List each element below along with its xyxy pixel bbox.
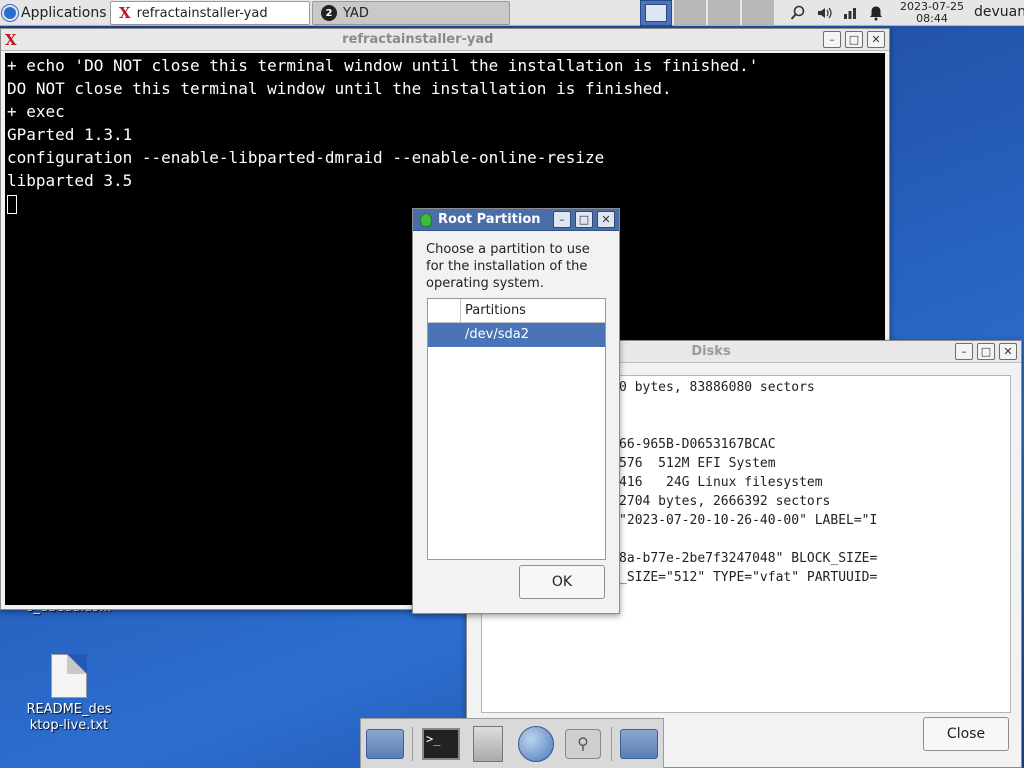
volume-icon[interactable] <box>814 3 834 23</box>
applications-label: Applications <box>21 5 107 21</box>
system-tray <box>788 3 886 23</box>
dock-separator <box>412 726 414 761</box>
window-count-badge: 2 <box>321 5 337 21</box>
workspace-2[interactable] <box>674 0 706 26</box>
row-marker-cell <box>428 323 461 347</box>
dock-web-browser[interactable] <box>516 724 555 764</box>
user-menu[interactable]: devuan <box>974 4 1024 20</box>
taskbar-button-label: refractainstaller-yad <box>136 5 268 21</box>
close-button[interactable]: ✕ <box>867 31 885 48</box>
terminal-line: DO NOT close this terminal window until … <box>7 79 672 98</box>
terminal-icon: >_ <box>422 727 460 760</box>
file-cabinet-icon <box>473 725 504 762</box>
workspace-1[interactable] <box>640 0 672 26</box>
root-partition-dialog: Root Partition – □ ✕ Choose a partition … <box>412 208 620 614</box>
terminal-line: libparted 3.5 <box>7 171 133 190</box>
terminal-line: + echo 'DO NOT close this terminal windo… <box>7 56 759 75</box>
network-icon[interactable] <box>840 3 860 23</box>
maximize-button[interactable]: □ <box>845 31 863 48</box>
maximize-button[interactable]: □ <box>977 343 995 360</box>
notification-bell-icon[interactable] <box>866 3 886 23</box>
applications-menu[interactable]: Applications : <box>2 2 114 24</box>
minimize-button[interactable]: – <box>553 211 571 228</box>
partition-name: /dev/sda2 <box>465 327 529 342</box>
terminal-titlebar[interactable]: X refractainstaller-yad – □ ✕ <box>1 29 889 51</box>
terminal-line: GParted 1.3.1 <box>7 125 133 144</box>
window-title: refractainstaller-yad <box>342 32 494 47</box>
refracta-logo-icon: X <box>119 4 131 22</box>
window-title: Root Partition <box>438 212 541 227</box>
minimize-button[interactable]: – <box>955 343 973 360</box>
terminal-line: configuration --enable-libparted-dmraid … <box>7 148 605 167</box>
close-dialog-button[interactable]: Close <box>923 717 1009 751</box>
dock-folder[interactable] <box>620 724 659 764</box>
taskbar-button-yad[interactable]: 2 YAD <box>312 1 510 25</box>
partition-list: Partitions /dev/sda2 <box>427 298 606 560</box>
text-file-icon <box>51 654 87 698</box>
taskbar-button-label: YAD <box>343 5 369 21</box>
web-browser-icon <box>517 725 554 762</box>
ok-button[interactable]: OK <box>519 565 605 599</box>
checkbox-column-header[interactable] <box>428 299 461 322</box>
home-folder-icon <box>365 728 404 759</box>
panel-clock[interactable]: 2023-07-25 08:44 <box>898 1 966 25</box>
desktop-icon-label: README_desktop-live.txt <box>26 702 112 733</box>
maximize-button[interactable]: □ <box>575 211 593 228</box>
terminal-line: + exec <box>7 102 65 121</box>
minimize-button[interactable]: – <box>823 31 841 48</box>
yad-bulb-icon <box>420 212 432 227</box>
partitions-column-header[interactable]: Partitions <box>461 299 526 322</box>
partition-row-selected[interactable]: /dev/sda2 <box>428 323 605 347</box>
workspace-4[interactable] <box>742 0 774 26</box>
folder-icon <box>620 728 659 759</box>
terminal-cursor <box>7 195 17 214</box>
desktop-icon-readme[interactable]: README_desktop-live.txt <box>14 654 124 734</box>
clock-time: 08:44 <box>916 12 948 25</box>
close-button[interactable]: ✕ <box>999 343 1017 360</box>
dialog-message: Choose a partition to use for the instal… <box>426 242 590 291</box>
root-partition-titlebar[interactable]: Root Partition – □ ✕ <box>413 209 619 231</box>
top-panel: Applications : X refractainstaller-yad 2… <box>0 0 1024 26</box>
close-button[interactable]: ✕ <box>597 211 615 228</box>
dock-launcher: >_ ⚲ <box>360 718 664 768</box>
search-icon[interactable] <box>788 3 808 23</box>
taskbar-button-refractainstaller[interactable]: X refractainstaller-yad <box>110 1 310 25</box>
dock-home-folder[interactable] <box>365 724 404 764</box>
refracta-logo-icon: X <box>5 30 17 49</box>
dock-search[interactable]: ⚲ <box>563 724 602 764</box>
workspace-3[interactable] <box>708 0 740 26</box>
dock-terminal[interactable]: >_ <box>421 724 460 764</box>
partition-list-header: Partitions <box>428 299 605 323</box>
workspace-switcher <box>640 0 774 26</box>
dock-file-cabinet[interactable] <box>469 724 508 764</box>
workspace-thumbnail-icon <box>645 4 667 22</box>
search-icon: ⚲ <box>565 728 602 759</box>
dock-separator <box>610 726 612 761</box>
debian-logo-icon <box>2 5 18 21</box>
